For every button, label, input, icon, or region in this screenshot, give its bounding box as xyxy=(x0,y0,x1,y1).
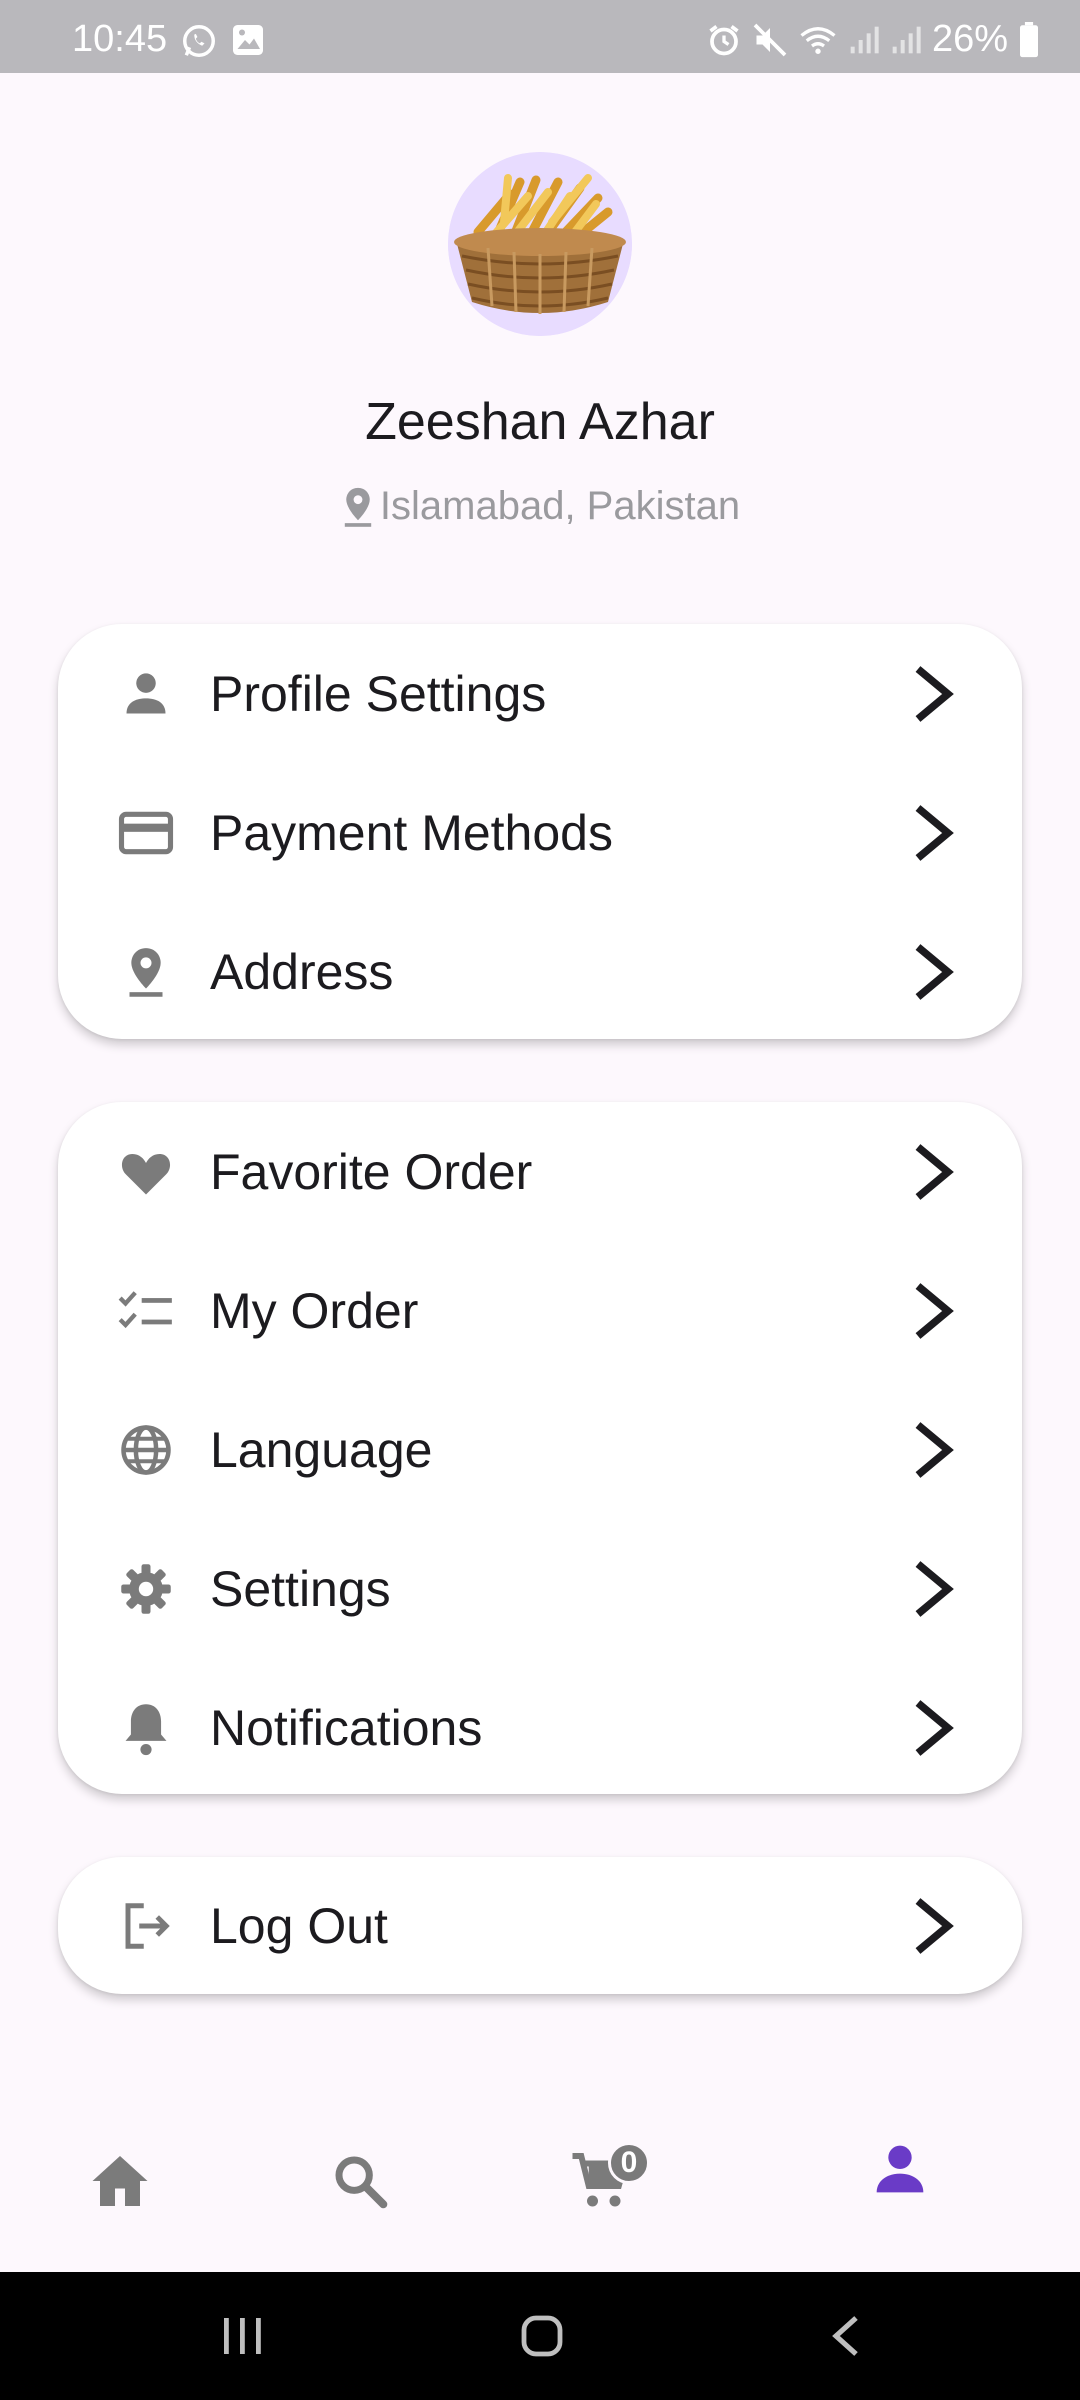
globe-icon xyxy=(118,1422,174,1478)
menu-item-notifications[interactable]: Notifications xyxy=(58,1658,1022,1797)
image-icon xyxy=(233,25,263,55)
recent-apps-button[interactable] xyxy=(182,2272,302,2400)
logout-card: Log Out xyxy=(58,1857,1022,1994)
chevron-right-icon xyxy=(915,1282,954,1339)
profile-location: Islamabad, Pakistan xyxy=(0,484,1080,529)
checklist-icon xyxy=(118,1283,174,1339)
whatsapp-icon xyxy=(183,25,215,57)
chevron-right-icon xyxy=(915,1897,954,1954)
search-icon xyxy=(335,2156,388,2209)
nav-search[interactable] xyxy=(280,2090,440,2272)
signal-icon xyxy=(850,26,879,53)
chevron-right-icon xyxy=(915,1699,954,1756)
logout-icon xyxy=(118,1898,174,1954)
home-icon xyxy=(92,2156,148,2206)
fries-basket-image xyxy=(448,152,632,336)
status-time: 10:45 xyxy=(72,18,168,60)
chevron-right-icon xyxy=(915,804,954,861)
menu-label: Profile Settings xyxy=(210,665,547,722)
back-button[interactable] xyxy=(786,2272,906,2400)
home-button[interactable] xyxy=(482,2272,602,2400)
chevron-right-icon xyxy=(915,1421,954,1478)
bell-icon xyxy=(118,1700,174,1756)
menu-label: Address xyxy=(210,943,394,1000)
home-circle-icon xyxy=(521,2315,563,2357)
menu-item-my-order[interactable]: My Order xyxy=(58,1241,1022,1380)
bottom-nav: 0 xyxy=(0,2090,1080,2272)
chevron-right-icon xyxy=(915,665,954,722)
recent-apps-icon xyxy=(224,2318,261,2354)
menu-item-profile-settings[interactable]: Profile Settings xyxy=(58,624,1022,763)
nav-home[interactable] xyxy=(40,2090,200,2272)
menu-label: Log Out xyxy=(210,1897,388,1954)
alarm-icon xyxy=(709,24,739,55)
menu-label: Payment Methods xyxy=(210,804,613,861)
status-bar: 10:45 26% xyxy=(0,0,1080,73)
heart-icon xyxy=(118,1144,174,1200)
battery-icon xyxy=(1020,21,1038,57)
menu-label: Settings xyxy=(210,1560,391,1617)
profile-name: Zeeshan Azhar xyxy=(365,393,715,451)
nav-cart[interactable]: 0 xyxy=(520,2090,680,2272)
menu-item-payment-methods[interactable]: Payment Methods xyxy=(58,763,1022,902)
menu-label: Favorite Order xyxy=(210,1143,533,1200)
menu-label: Language xyxy=(210,1421,433,1478)
cart-count-badge: 0 xyxy=(608,2142,650,2184)
chevron-right-icon xyxy=(915,943,954,1000)
menu-item-address[interactable]: Address xyxy=(58,902,1022,1041)
menu-label: My Order xyxy=(210,1282,419,1339)
orders-menu-card: Favorite Order My Order Language Setting… xyxy=(58,1102,1022,1794)
credit-card-icon xyxy=(118,805,174,861)
chevron-right-icon xyxy=(915,1143,954,1200)
account-menu-card: Profile Settings Payment Methods Address xyxy=(58,624,1022,1039)
mute-icon xyxy=(753,23,787,56)
location-pin-icon xyxy=(344,487,372,527)
system-nav-bar xyxy=(0,2272,1080,2400)
wifi-icon xyxy=(800,26,836,54)
battery-percent: 26% xyxy=(931,18,1008,60)
nav-profile[interactable] xyxy=(820,2090,980,2272)
menu-item-settings[interactable]: Settings xyxy=(58,1519,1022,1658)
menu-item-log-out[interactable]: Log Out xyxy=(58,1857,1022,1994)
chevron-right-icon xyxy=(915,1560,954,1617)
location-text: Islamabad, Pakistan xyxy=(379,484,741,528)
avatar[interactable] xyxy=(448,152,632,336)
back-icon xyxy=(832,2316,858,2356)
person-icon xyxy=(118,666,174,722)
menu-label: Notifications xyxy=(210,1699,483,1756)
person-icon xyxy=(876,2145,924,2193)
menu-item-language[interactable]: Language xyxy=(58,1380,1022,1519)
gear-icon xyxy=(118,1561,174,1617)
menu-item-favorite-order[interactable]: Favorite Order xyxy=(58,1102,1022,1241)
location-pin-icon xyxy=(118,944,174,1000)
signal-icon xyxy=(892,26,921,53)
